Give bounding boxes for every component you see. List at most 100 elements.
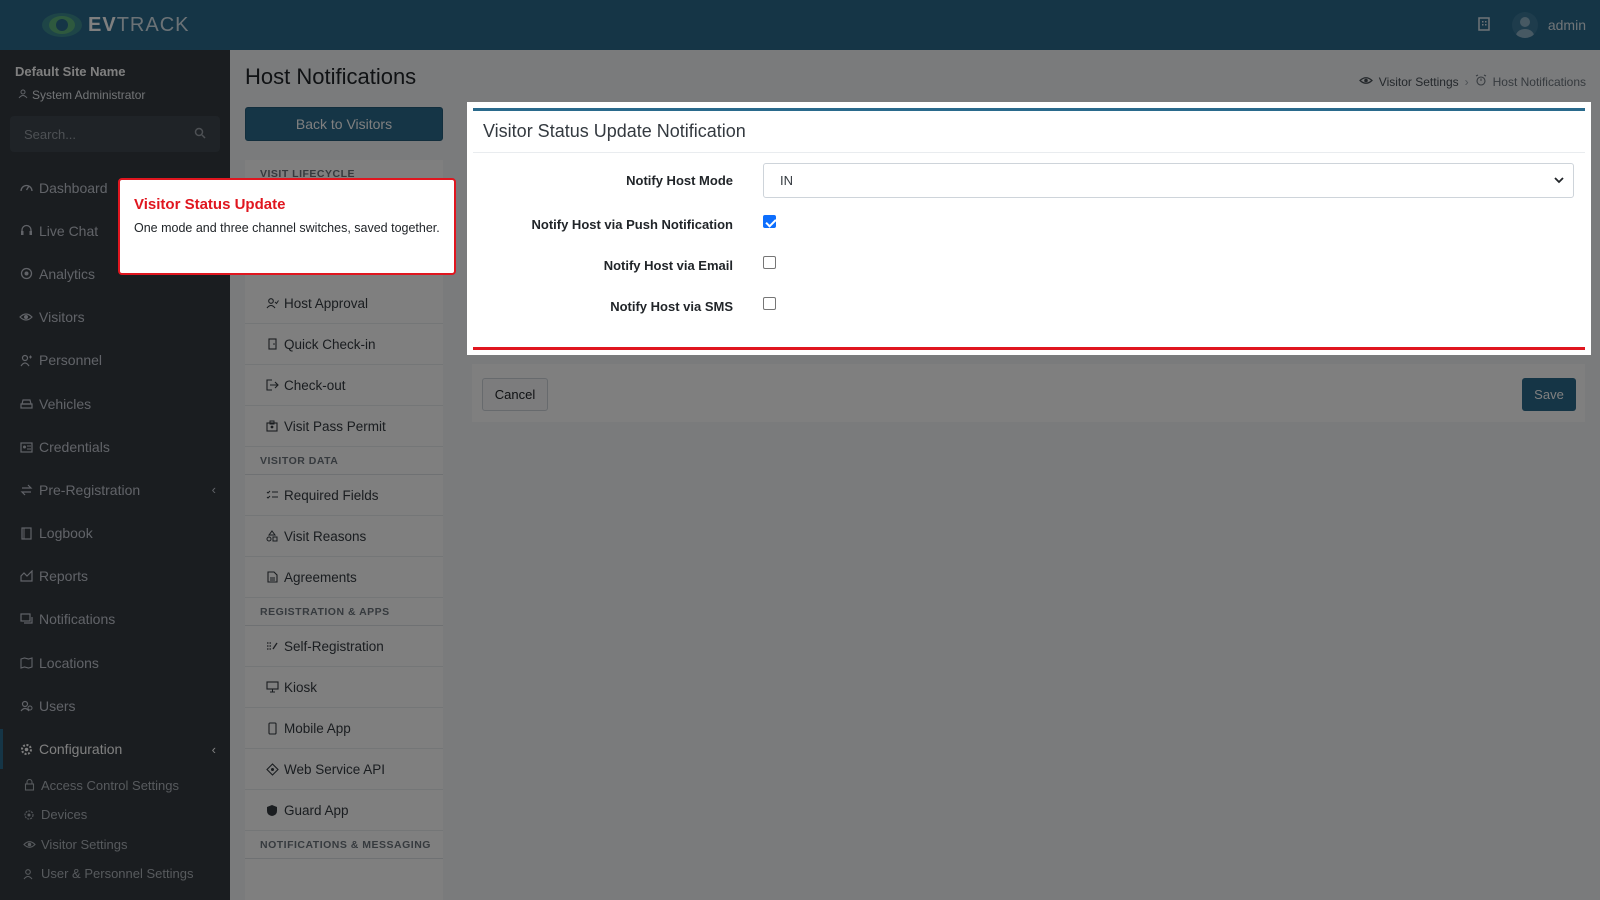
- sms-checkbox[interactable]: [763, 297, 776, 310]
- sidebar-item-configuration[interactable]: Configuration ‹: [0, 727, 230, 770]
- user-icon: [18, 88, 28, 102]
- back-to-visitors-button[interactable]: Back to Visitors: [245, 107, 443, 141]
- menu-item-label: Agreements: [284, 569, 357, 585]
- menu-item-check-out[interactable]: Check-out: [245, 365, 443, 406]
- sidebar-item-notifications[interactable]: Notifications: [0, 598, 230, 641]
- sidebar-item-visitors[interactable]: Visitors: [0, 296, 230, 339]
- sidebar-subitem-devices[interactable]: Devices: [0, 800, 230, 830]
- search-icon[interactable]: [194, 127, 206, 142]
- sidebar-item-credentials[interactable]: Credentials: [0, 425, 230, 468]
- menu-item-guard-app[interactable]: Guard App: [245, 790, 443, 831]
- email-label: Notify Host via Email: [603, 257, 733, 273]
- menu-item-self-registration[interactable]: Self-Registration: [245, 626, 443, 667]
- menu-item-mobile-app[interactable]: Mobile App: [245, 708, 443, 749]
- menu-item-required-fields[interactable]: Required Fields: [245, 475, 443, 516]
- sidebar-item-label: Visitors: [39, 309, 85, 326]
- sidebar-item-vehicles[interactable]: Vehicles: [0, 382, 230, 425]
- devices-icon: [22, 808, 36, 822]
- brand-prefix: EV: [88, 13, 117, 36]
- sidebar-item-label: Analytics: [39, 265, 96, 282]
- sidebar-search-input[interactable]: Search...: [10, 116, 220, 152]
- building-icon[interactable]: [1478, 16, 1490, 34]
- user-check-icon: [265, 296, 279, 310]
- desktop-icon: [265, 680, 279, 694]
- users-icon: [19, 699, 33, 713]
- notify-host-mode-select[interactable]: IN: [763, 163, 1574, 198]
- sidebar-item-label: Logbook: [39, 525, 93, 542]
- menu-item-host-approval[interactable]: Host Approval: [245, 283, 443, 324]
- menu-header-notifications-messaging: NOTIFICATIONS & MESSAGING: [245, 831, 443, 859]
- analytics-icon: [19, 267, 33, 281]
- menu-item-web-service-api[interactable]: Web Service API: [245, 749, 443, 790]
- sidebar-item-locations[interactable]: Locations: [0, 641, 230, 684]
- breadcrumb: Visitor Settings › Host Notifications: [1358, 74, 1586, 89]
- sidebar-item-label: Configuration: [39, 741, 123, 758]
- menu-item-visit-pass-permit[interactable]: Visit Pass Permit: [245, 406, 443, 447]
- alarm-icon: [1475, 74, 1487, 89]
- logo-icon: [40, 8, 84, 42]
- cancel-button[interactable]: Cancel: [482, 378, 548, 411]
- menu-item-label: Check-out: [284, 377, 346, 393]
- checklist-icon: [265, 488, 279, 502]
- page-title: Host Notifications: [245, 64, 417, 89]
- push-notification-checkbox[interactable]: [763, 215, 776, 228]
- user-menu[interactable]: admin: [1511, 12, 1586, 38]
- brand[interactable]: EVTRACK: [0, 0, 230, 50]
- sidebar-item-label: Personnel: [39, 352, 103, 369]
- sidebar-subitem-label: Visitor Settings: [41, 836, 128, 852]
- sidebar-subitem-label: User & Personnel Settings: [41, 866, 194, 882]
- breadcrumb-host-notifications: Host Notifications: [1492, 74, 1586, 89]
- notify-host-mode-label: Notify Host Mode: [626, 173, 733, 188]
- file-icon: [265, 570, 279, 584]
- sidebar-item-personnel[interactable]: Personnel: [0, 339, 230, 382]
- tour-callout: Visitor Status Update One mode and three…: [118, 178, 456, 275]
- select-value: IN: [780, 173, 793, 188]
- notify-host-mode-row: Notify Host Mode IN: [473, 163, 1585, 198]
- menu-item-label: Visit Reasons: [284, 528, 367, 544]
- dashboard-icon: [19, 181, 33, 195]
- sidebar-item-label: Locations: [39, 654, 99, 671]
- callout-title: Visitor Status Update: [134, 196, 286, 213]
- sidebar-subitem-access-control[interactable]: Access Control Settings: [0, 771, 230, 801]
- sidebar-item-users[interactable]: Users: [0, 684, 230, 727]
- sidebar-item-label: Notifications: [39, 611, 116, 628]
- map-icon: [19, 656, 33, 670]
- eye-icon: [19, 310, 33, 324]
- menu-header-registration-apps: REGISTRATION & APPS: [245, 598, 443, 626]
- sidebar-item-label: Users: [39, 697, 76, 714]
- messages-icon: [19, 612, 33, 626]
- chevron-left-icon: ‹: [211, 482, 216, 498]
- email-checkbox[interactable]: [763, 256, 776, 269]
- sidebar-subitem-visitor-settings[interactable]: Visitor Settings: [0, 830, 230, 860]
- save-button[interactable]: Save: [1522, 378, 1576, 411]
- menu-item-label: Kiosk: [284, 679, 318, 695]
- door-icon: [265, 337, 279, 351]
- menu-item-quick-check-in[interactable]: Quick Check-in: [245, 324, 443, 365]
- sidebar-item-label: Vehicles: [39, 395, 92, 412]
- avatar: [1511, 12, 1538, 38]
- sidebar-item-label: Pre-Registration: [39, 481, 141, 498]
- sidebar-item-label: Live Chat: [39, 222, 99, 239]
- sidebar-subitem-user-personnel-settings[interactable]: User & Personnel Settings: [0, 859, 230, 889]
- eye-icon: [22, 837, 36, 851]
- top-navbar: EVTRACK admin: [0, 0, 1600, 50]
- chevron-left-icon: ‹: [211, 741, 216, 757]
- mobile-icon: [265, 721, 279, 735]
- breadcrumb-visitor-settings[interactable]: Visitor Settings: [1379, 75, 1459, 89]
- lock-icon: [22, 778, 36, 792]
- menu-item-agreements[interactable]: Agreements: [245, 557, 443, 598]
- menu-item-kiosk[interactable]: Kiosk: [245, 667, 443, 708]
- sidebar-subitem-label: Access Control Settings: [41, 777, 180, 793]
- sidebar-item-reports[interactable]: Reports: [0, 555, 230, 598]
- sidebar-item-label: Credentials: [39, 438, 110, 455]
- chevron-down-icon: [1553, 174, 1565, 189]
- menu-item-visit-reasons[interactable]: Visit Reasons: [245, 516, 443, 557]
- highlight-bottom-bar: [473, 347, 1585, 350]
- sidebar-item-pre-registration[interactable]: Pre-Registration ‹: [0, 468, 230, 511]
- menu-item-label: Guard App: [284, 802, 349, 818]
- gear-icon: [19, 742, 33, 756]
- sign-out-icon: [265, 378, 279, 392]
- visitor-status-update-card: Visitor Status Update Notification Notif…: [473, 108, 1585, 350]
- menu-item-label: Self-Registration: [284, 638, 384, 654]
- sidebar-item-logbook[interactable]: Logbook: [0, 512, 230, 555]
